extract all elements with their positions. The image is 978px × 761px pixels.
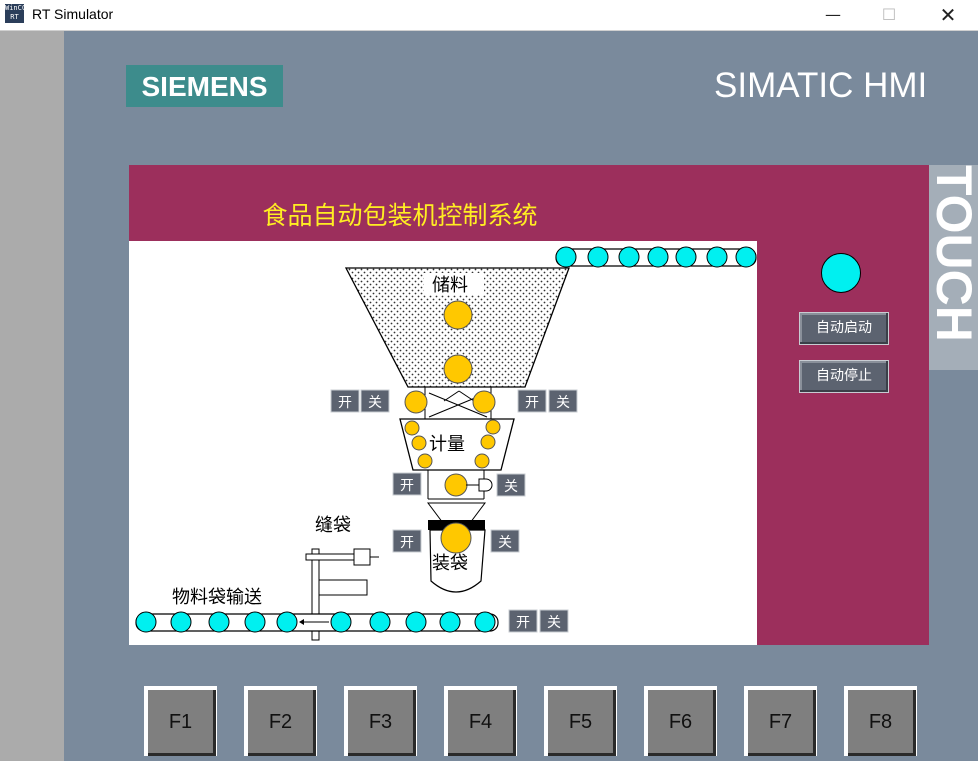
process-canvas: 储料 计量 装袋 缝袋 物料袋输送 开 关 开 关 开 关 开 关 开 关	[129, 241, 757, 645]
roller	[369, 611, 391, 633]
touch-label: TOUCH	[929, 165, 978, 370]
material-ball	[404, 420, 420, 436]
svg-text:开: 开	[525, 395, 539, 411]
status-lamp	[821, 253, 861, 293]
siemens-logo: SIEMENS	[126, 65, 283, 107]
svg-text:关: 关	[498, 535, 512, 551]
metering-hopper: 计量	[399, 418, 515, 471]
hmi-model-label: SIMATIC HMI	[714, 66, 928, 105]
auto-stop-button[interactable]: 自动停止	[799, 360, 889, 393]
function-key-f1[interactable]: F1	[144, 686, 217, 756]
material-ball	[480, 434, 496, 450]
material-ball	[485, 419, 501, 435]
function-key-f7[interactable]: F7	[744, 686, 817, 756]
svg-text:关: 关	[556, 395, 570, 411]
material-ball	[443, 354, 473, 384]
material-ball	[472, 390, 496, 414]
hopper-gate	[404, 387, 496, 419]
function-key-f5[interactable]: F5	[544, 686, 617, 756]
storage-label: 储料	[432, 275, 468, 296]
function-key-f3[interactable]: F3	[344, 686, 417, 756]
page-title: 食品自动包装机控制系统	[262, 201, 538, 230]
window-title: RT Simulator	[32, 6, 114, 22]
roller	[474, 611, 496, 633]
roller	[405, 611, 427, 633]
window-titlebar: WinCC RT RT Simulator — ☐ ✕	[0, 0, 978, 31]
function-key-f2[interactable]: F2	[244, 686, 317, 756]
material-ball	[404, 390, 428, 414]
svg-text:开: 开	[400, 535, 414, 551]
roller	[135, 611, 157, 633]
conveyor-open-button[interactable]: 开	[508, 609, 538, 633]
close-icon[interactable]: ✕	[925, 0, 971, 30]
svg-text:关: 关	[368, 395, 382, 411]
roller	[555, 246, 577, 268]
process-diagram: 储料 计量 装袋 缝袋 物料袋输送 开 关 开 关 开 关 开 关 开 关	[135, 246, 757, 641]
function-key-f4[interactable]: F4	[444, 686, 517, 756]
roller	[587, 246, 609, 268]
storage-left-open-button[interactable]: 开	[330, 389, 360, 413]
bottom-conveyor	[135, 611, 499, 633]
top-conveyor	[555, 246, 757, 268]
material-ball	[411, 435, 427, 451]
metering-open-button[interactable]: 开	[392, 472, 422, 496]
storage-left-close-button[interactable]: 关	[360, 389, 390, 413]
svg-text:开: 开	[400, 478, 414, 494]
sewing-label: 缝袋	[315, 515, 351, 536]
metering-close-button[interactable]: 关	[496, 473, 526, 497]
storage-right-open-button[interactable]: 开	[517, 389, 547, 413]
maximize-icon[interactable]: ☐	[866, 0, 912, 30]
roller	[735, 246, 757, 268]
roller	[706, 246, 728, 268]
svg-text:开: 开	[516, 615, 530, 631]
roller	[244, 611, 266, 633]
material-ball	[444, 473, 468, 497]
svg-text:开: 开	[338, 395, 352, 411]
metering-label: 计量	[429, 434, 465, 455]
bagging-open-button[interactable]: 开	[392, 529, 422, 553]
svg-text:关: 关	[547, 615, 561, 631]
conveyor-label: 物料袋输送	[172, 587, 262, 608]
roller	[276, 611, 298, 633]
roller	[170, 611, 192, 633]
minimize-icon[interactable]: —	[810, 0, 856, 30]
roller	[647, 246, 669, 268]
function-key-f6[interactable]: F6	[644, 686, 717, 756]
auto-start-button[interactable]: 自动启动	[799, 312, 889, 345]
material-ball	[443, 300, 473, 330]
roller	[618, 246, 640, 268]
storage-right-close-button[interactable]: 关	[548, 389, 578, 413]
app-icon: WinCC RT	[5, 4, 27, 23]
material-ball	[440, 522, 472, 554]
simulator-side-panel	[0, 31, 64, 761]
roller	[439, 611, 461, 633]
conveyor-close-button[interactable]: 关	[539, 609, 569, 633]
bagging-label: 装袋	[432, 553, 468, 574]
material-ball	[474, 453, 490, 469]
function-key-f8[interactable]: F8	[844, 686, 917, 756]
roller	[675, 246, 697, 268]
bagging-unit: 装袋	[427, 502, 486, 593]
roller	[208, 611, 230, 633]
material-ball	[417, 453, 433, 469]
storage-hopper: 储料	[344, 267, 570, 388]
metering-valve	[427, 470, 493, 500]
roller	[330, 611, 352, 633]
bagging-close-button[interactable]: 关	[490, 529, 520, 553]
svg-text:关: 关	[504, 479, 518, 495]
